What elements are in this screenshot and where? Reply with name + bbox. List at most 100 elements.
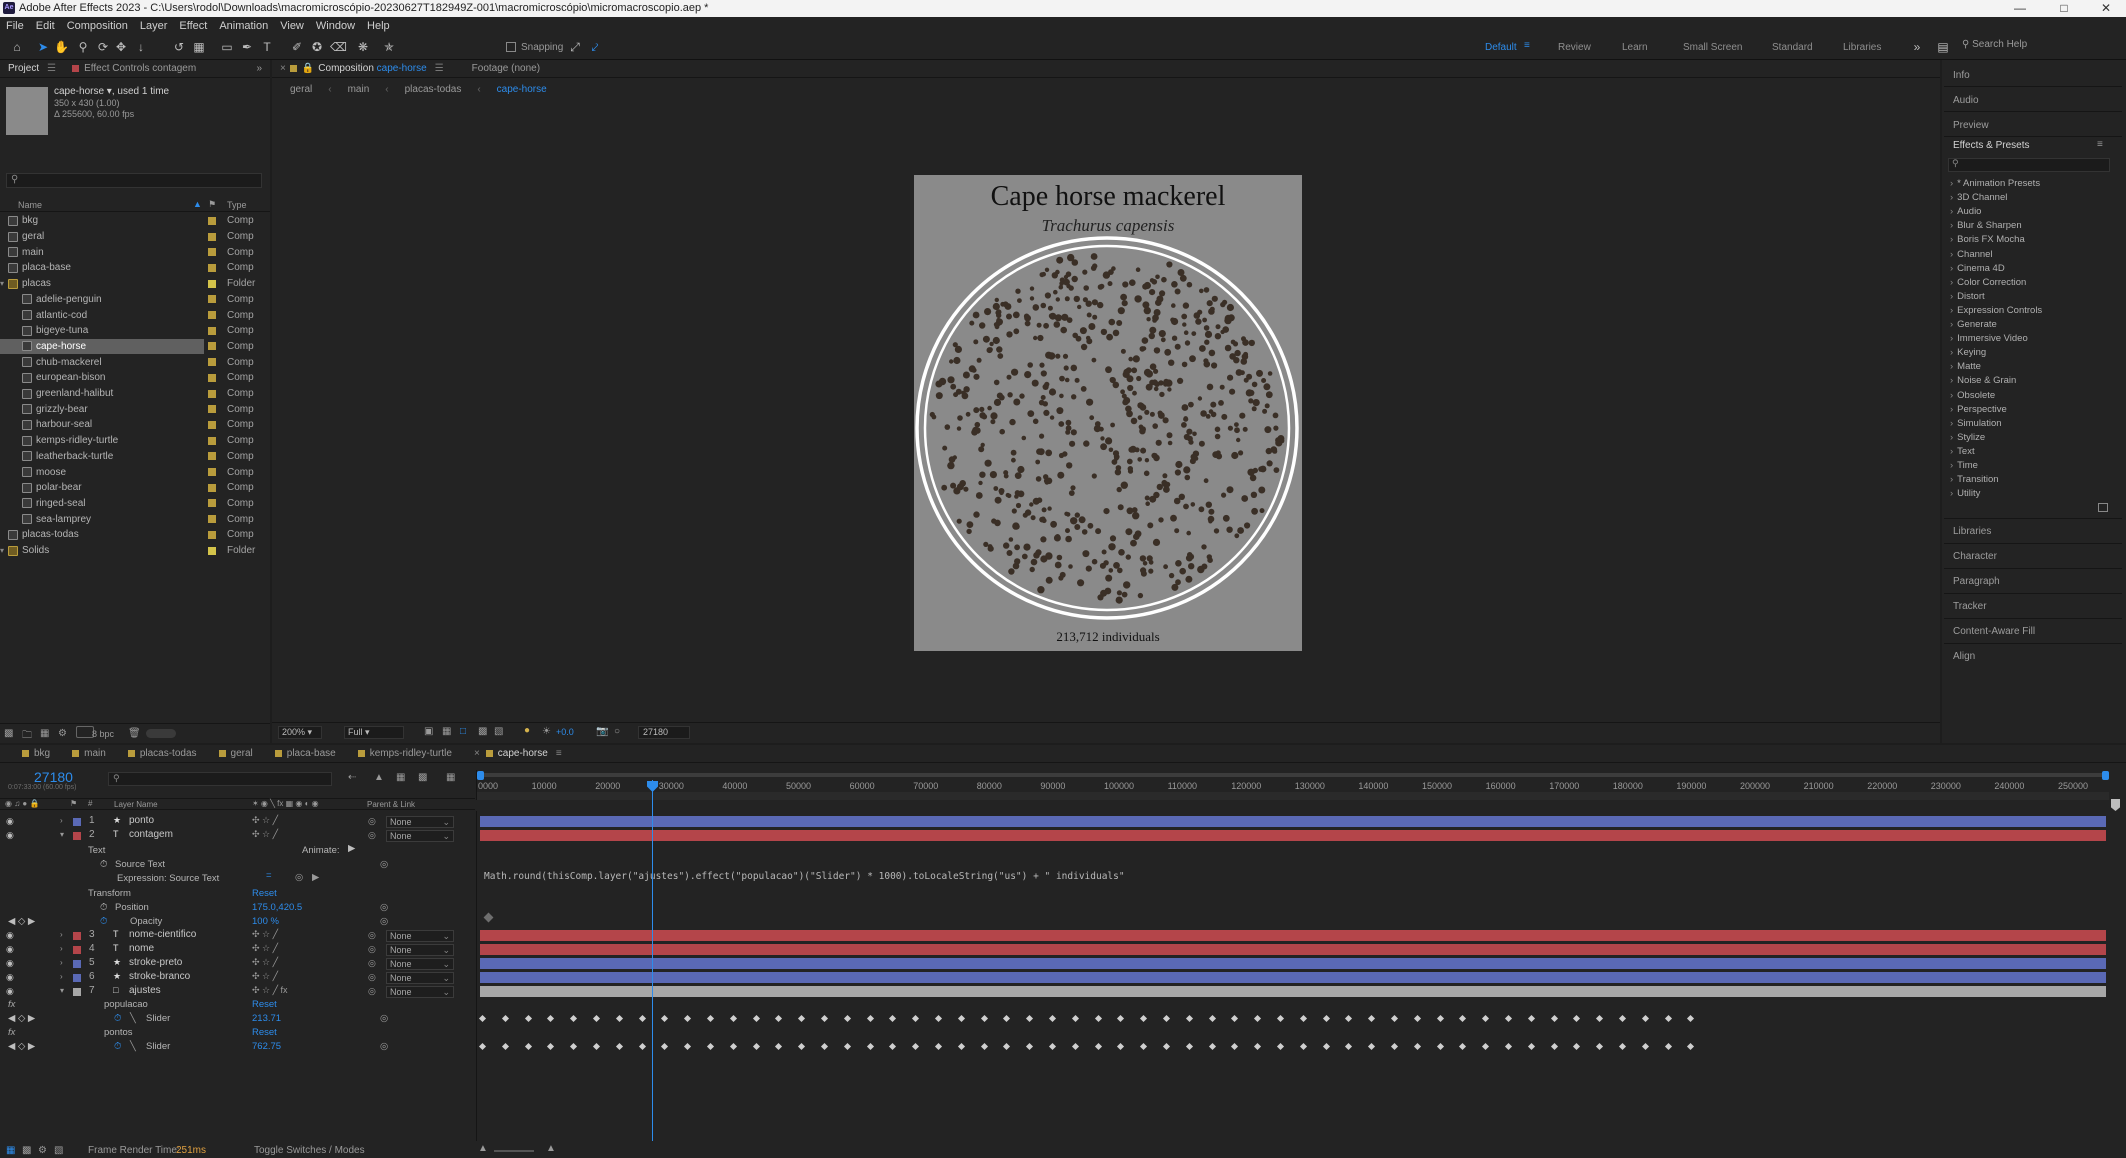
stopwatch-active-icon[interactable]: ⏱ — [114, 1013, 121, 1024]
new-bin-icon[interactable] — [2098, 503, 2108, 512]
effect-name[interactable]: pontos — [104, 1027, 133, 1038]
stopwatch-active-icon[interactable]: ⏱ — [100, 916, 107, 927]
new-folder-icon[interactable]: 🗀 — [22, 728, 32, 745]
workspace-panel-icon[interactable]: ▤ — [1936, 40, 1950, 54]
project-item[interactable]: geral Comp — [0, 229, 270, 245]
layer-label-color[interactable] — [73, 974, 81, 982]
snap-options-icon[interactable]: ⤢ — [568, 40, 582, 54]
frame-blending-icon[interactable]: ▩ — [418, 772, 427, 783]
project-item[interactable]: sea-lamprey Comp — [0, 511, 270, 527]
project-search-input[interactable]: ⚲ — [6, 173, 262, 188]
hide-shy-icon[interactable]: ▦ — [396, 772, 405, 783]
timeline-tab-bkg[interactable]: bkg — [22, 748, 50, 759]
transparency-grid-icon[interactable]: ▦ — [442, 726, 451, 737]
label-color-swatch[interactable] — [208, 373, 216, 382]
label-color-swatch[interactable] — [208, 311, 216, 320]
menu-edit[interactable]: Edit — [36, 20, 55, 32]
layer-row[interactable]: ◉ › 5 ★ stroke-preto ✣ ☆ ╱ ◎ None ⌄ — [0, 957, 475, 971]
search-help-field[interactable]: ⚲ Search Help — [1962, 39, 2112, 55]
project-item[interactable]: atlantic-cod Comp — [0, 307, 270, 323]
text-group-label[interactable]: Text — [88, 845, 105, 856]
zoom-tool-icon[interactable]: ⚲ — [76, 40, 90, 54]
parent-dropdown[interactable]: None ⌄ — [386, 972, 454, 984]
source-text-label[interactable]: Source Text — [115, 859, 165, 870]
effect-category[interactable]: › Generate — [1950, 319, 1997, 330]
disclosure-triangle-icon[interactable]: › — [60, 958, 63, 967]
trash-icon[interactable]: 🗑 — [128, 728, 141, 739]
layer-name[interactable]: nome-cientifico — [129, 929, 196, 940]
timeline-tab-placa-base[interactable]: placa-base — [274, 748, 336, 759]
panel-libraries[interactable]: Libraries — [1953, 526, 1991, 537]
effect-category[interactable]: › Color Correction — [1950, 277, 2026, 288]
parent-dropdown[interactable]: None ⌄ — [386, 986, 454, 998]
effect-category[interactable]: › Simulation — [1950, 418, 2002, 429]
project-item[interactable]: moose Comp — [0, 464, 270, 480]
expression-graph-icon[interactable]: ◎ — [295, 872, 303, 883]
layer-duration-bar[interactable] — [480, 958, 2106, 969]
layer-row[interactable]: ◉ › 6 ★ stroke-branco ✣ ☆ ╱ ◎ None ⌄ — [0, 971, 475, 985]
disclosure-triangle-icon[interactable]: › — [60, 816, 63, 825]
effect-reset-link[interactable]: Reset — [252, 1027, 277, 1038]
breadcrumb-item[interactable]: geral — [290, 84, 312, 98]
effect-category[interactable]: › Distort — [1950, 291, 1985, 302]
pickwhip-icon[interactable]: ◎ — [368, 986, 376, 997]
layer-name[interactable]: stroke-preto — [129, 957, 182, 968]
layer-name[interactable]: nome — [129, 943, 154, 954]
zoom-dropdown[interactable]: 200% ▾ — [278, 726, 322, 739]
label-color-swatch[interactable] — [208, 279, 216, 288]
parent-dropdown[interactable]: None ⌄ — [386, 944, 454, 956]
transform-label[interactable]: Transform — [88, 888, 131, 899]
effect-category[interactable]: › Obsolete — [1950, 390, 1995, 401]
timeline-zoom-slider[interactable] — [494, 1150, 534, 1152]
fx-icon[interactable]: fx — [8, 1027, 15, 1038]
layer-name-header[interactable]: Layer Name — [114, 800, 158, 809]
label-color-swatch[interactable] — [208, 452, 216, 461]
keyframe-navigator-icon[interactable]: ◀ ◇ ▶ — [8, 916, 35, 927]
minimize-button[interactable]: — — [1998, 0, 2042, 17]
layer-label-color[interactable] — [73, 988, 81, 996]
panel-content-aware-fill[interactable]: Content-Aware Fill — [1953, 626, 2035, 637]
effect-category[interactable]: › Boris FX Mocha — [1950, 234, 2025, 245]
link-spiral-icon[interactable]: ◎ — [380, 902, 388, 913]
effect-category[interactable]: › Keying — [1950, 347, 1986, 358]
animate-add-icon[interactable]: ▶ — [348, 843, 355, 854]
motion-blur-icon[interactable]: ▦ — [446, 772, 455, 783]
label-color-swatch[interactable] — [208, 295, 216, 304]
disclosure-triangle-icon[interactable]: › — [60, 930, 63, 939]
position-label[interactable]: Position — [115, 902, 149, 913]
layer-row[interactable]: ◉ ▾ 7 □ ajustes ✣ ☆ ╱ fx ◎ None ⌄ — [0, 985, 475, 999]
layer-switches-icons[interactable]: ✣ ☆ ╱ — [252, 815, 278, 826]
layer-row[interactable]: ◉ › 3 Tnome-cientifico ✣ ☆ ╱ ◎ None ⌄ — [0, 929, 475, 943]
timeline-timecode[interactable]: 27180 — [34, 769, 73, 785]
slider-value[interactable]: 213.71 — [252, 1013, 281, 1024]
exposure-icon[interactable]: ☀ — [542, 726, 551, 737]
adjust-settings-icon[interactable]: ⚙ — [58, 728, 67, 739]
bpc-label[interactable]: 8 bpc — [92, 729, 114, 739]
work-area-start-handle[interactable] — [477, 771, 484, 780]
show-snapshot-icon[interactable]: ○ — [614, 726, 620, 737]
fx-icon[interactable]: fx — [8, 999, 15, 1010]
label-color-swatch[interactable] — [208, 483, 216, 492]
timeline-tab-main[interactable]: main — [72, 748, 106, 759]
stopwatch-active-icon[interactable]: ⏱ — [114, 1041, 121, 1052]
visibility-eye-icon[interactable]: ◉ — [6, 958, 14, 969]
project-item[interactable]: placas-todas Comp — [0, 527, 270, 543]
draft-3d-icon[interactable]: ▲ — [374, 772, 384, 783]
layer-switches-icons[interactable]: ✣ ☆ ╱ — [252, 943, 278, 954]
expression-toggle-icon[interactable]: = — [266, 870, 272, 881]
in-out-icon[interactable]: ▧ — [54, 1145, 63, 1156]
time-ruler[interactable] — [476, 770, 2109, 800]
panel-paragraph[interactable]: Paragraph — [1953, 576, 2000, 587]
panel-align[interactable]: Align — [1953, 651, 1975, 662]
project-item[interactable]: european-bison Comp — [0, 370, 270, 386]
project-item[interactable]: bigeye-tuna Comp — [0, 323, 270, 339]
orbit-tool-icon[interactable]: ⟳ — [96, 40, 110, 54]
layer-label-color[interactable] — [73, 946, 81, 954]
thumbnail-size-slider[interactable] — [146, 729, 176, 738]
layer-switches-icons[interactable]: ✣ ☆ ╱ — [252, 957, 278, 968]
breadcrumb-item[interactable]: main — [348, 84, 370, 98]
slider-label[interactable]: Slider — [146, 1013, 170, 1024]
disclosure-triangle-icon[interactable]: ▾ — [60, 830, 64, 839]
project-item[interactable]: harbour-seal Comp — [0, 417, 270, 433]
graph-icon[interactable]: ╲ — [130, 1013, 136, 1024]
